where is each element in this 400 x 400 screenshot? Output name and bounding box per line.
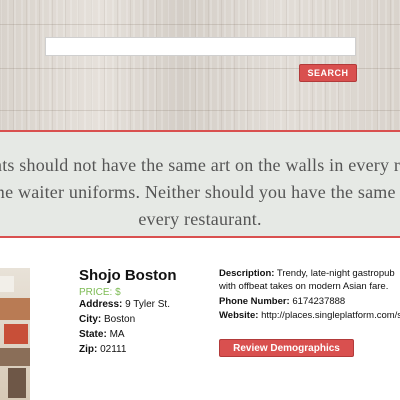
city-row: City: Boston — [79, 314, 135, 325]
restaurant-photo — [0, 268, 30, 400]
website-label: Website: — [219, 310, 259, 321]
state-row: State: MA — [79, 329, 125, 340]
phone-row: Phone Number: 6174237888 — [219, 296, 345, 307]
description-row: Description: Trendy, late-night gastropu… — [219, 268, 400, 296]
quote-text-line: every restaurant. — [138, 209, 262, 229]
quote-banner: Restaurants should not have the same art… — [0, 130, 400, 238]
search-button[interactable]: SEARCH — [299, 64, 357, 82]
state-value: MA — [109, 329, 125, 340]
search-input[interactable] — [45, 37, 356, 56]
restaurant-card: Shojo Boston PRICE: $ Address: 9 Tyler S… — [0, 248, 400, 400]
phone-value: 6174237888 — [292, 296, 346, 307]
description-label: Description: — [219, 268, 275, 279]
website-row: Website: http://places.singleplatform.co… — [219, 310, 400, 321]
state-label: State: — [79, 329, 107, 340]
restaurant-name: Shojo Boston — [79, 267, 177, 284]
zip-value: 02111 — [100, 344, 127, 355]
city-value: Boston — [104, 314, 136, 325]
city-label: City: — [79, 314, 102, 325]
quote-text-line: or the same waiter uniforms. Neither sho… — [0, 182, 400, 202]
address-row: Address: 9 Tyler St. — [79, 299, 170, 310]
phone-label: Phone Number: — [219, 296, 290, 307]
price-level: PRICE: $ — [79, 287, 121, 298]
address-value: 9 Tyler St. — [125, 299, 170, 310]
zip-label: Zip: — [79, 344, 98, 355]
zip-row: Zip: 02111 — [79, 344, 126, 355]
review-demographics-button[interactable]: Review Demographics — [219, 339, 354, 357]
address-label: Address: — [79, 299, 123, 310]
search-hero: SEARCH — [0, 0, 400, 132]
website-link[interactable]: http://places.singleplatform.com/shojo — [261, 310, 400, 321]
wood-plank-divider — [0, 110, 400, 111]
wood-plank-divider — [0, 24, 400, 25]
quote-text-line: Restaurants should not have the same art… — [0, 155, 400, 175]
